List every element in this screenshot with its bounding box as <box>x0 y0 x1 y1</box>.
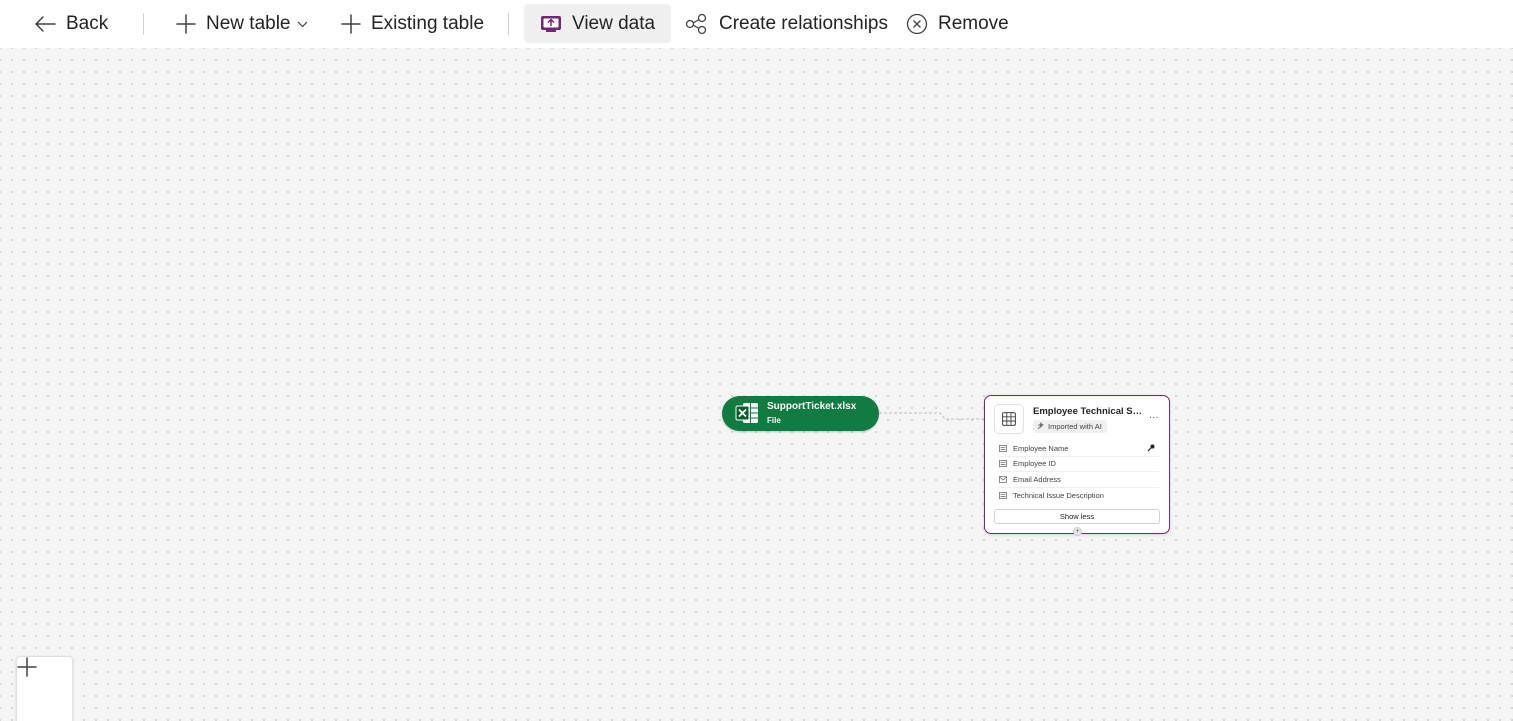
field-list: Employee Name Employee ID Email Address <box>999 441 1159 503</box>
divider <box>508 13 509 35</box>
view-data-icon <box>540 15 562 33</box>
remove-button[interactable]: Remove <box>900 4 1015 43</box>
field-label: Employee ID <box>1013 459 1056 469</box>
divider <box>143 13 144 35</box>
plus-icon <box>176 13 196 34</box>
existing-table-label: Existing table <box>371 12 485 34</box>
add-relationship-handle[interactable]: + <box>1073 527 1082 536</box>
field-row[interactable]: Technical Issue Description <box>999 488 1159 504</box>
table-card-title: Employee Technical Sup... <box>1033 406 1143 417</box>
file-node-name: SupportTicket.xlsx <box>767 401 857 412</box>
table-card[interactable]: Employee Technical Sup... ... Imported w… <box>984 395 1170 536</box>
excel-icon <box>735 402 759 429</box>
field-row[interactable]: Employee Name <box>999 441 1159 457</box>
badge-label: Imported with AI <box>1048 422 1102 431</box>
text-field-icon <box>999 460 1008 468</box>
back-label: Back <box>66 12 109 34</box>
view-data-label: View data <box>572 12 656 34</box>
table-icon <box>994 404 1024 434</box>
chevron-down-icon <box>297 20 308 28</box>
zoom-in-button[interactable] <box>16 656 73 721</box>
create-relationships-button[interactable]: Create relationships <box>679 4 894 43</box>
diagram-canvas[interactable]: SupportTicket.xlsx File Employee Technic… <box>0 48 1513 721</box>
view-data-button[interactable]: View data <box>524 4 672 43</box>
file-node[interactable]: SupportTicket.xlsx File <box>722 396 879 431</box>
plus-icon <box>341 13 361 34</box>
connector-line <box>879 412 984 420</box>
new-table-label: New table <box>206 12 291 34</box>
primary-key-icon <box>1147 444 1155 454</box>
email-field-icon <box>999 476 1008 483</box>
sparkle-icon <box>1037 421 1045 432</box>
field-label: Employee Name <box>1013 443 1069 453</box>
file-node-type: File <box>767 416 781 425</box>
text-field-icon <box>999 491 1008 499</box>
circle-x-icon <box>906 13 928 35</box>
new-table-button[interactable]: New table <box>170 4 314 43</box>
more-options-button[interactable]: ... <box>1149 410 1159 421</box>
field-label: Technical Issue Description <box>1013 490 1104 500</box>
field-row[interactable]: Email Address <box>999 472 1159 488</box>
create-relationships-label: Create relationships <box>719 12 888 34</box>
show-less-button[interactable]: Show less <box>994 509 1160 524</box>
command-bar: Back New table Existing table View data <box>0 0 1513 48</box>
imported-with-ai-badge: Imported with AI <box>1033 420 1107 433</box>
arrow-left-icon <box>34 15 56 33</box>
relationships-icon <box>685 13 709 35</box>
field-label: Email Address <box>1013 474 1061 484</box>
remove-label: Remove <box>938 12 1009 34</box>
text-field-icon <box>999 444 1008 452</box>
back-button[interactable]: Back <box>28 4 114 43</box>
field-row[interactable]: Employee ID <box>999 457 1159 472</box>
existing-table-button[interactable]: Existing table <box>335 4 490 43</box>
